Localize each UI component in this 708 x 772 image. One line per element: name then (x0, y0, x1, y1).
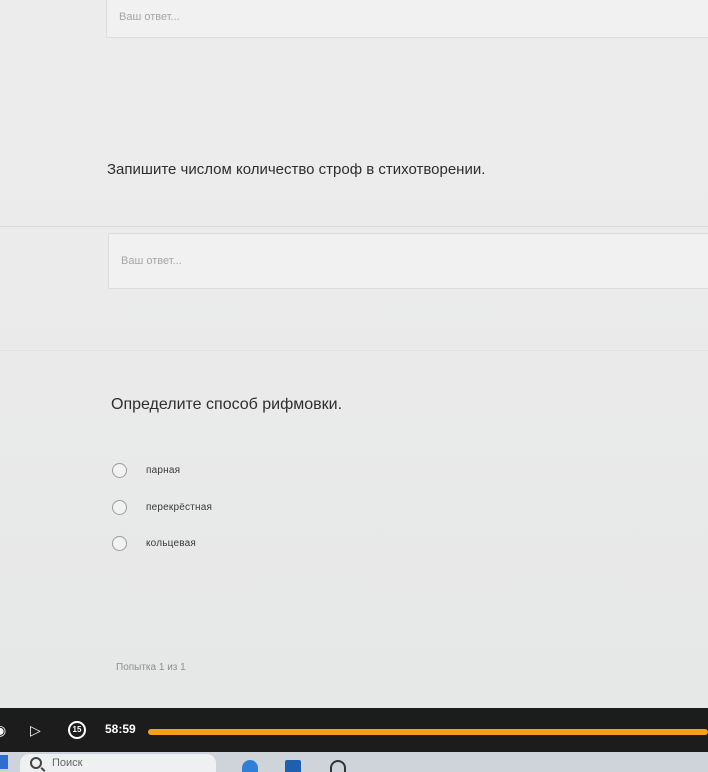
radio-button[interactable] (112, 499, 127, 515)
answer-field-1[interactable] (106, 0, 708, 38)
playback-time: 58:59 (105, 722, 136, 736)
media-player-bar: ◉ ▷ 15 58:59 (0, 708, 708, 752)
forward-15-icon[interactable]: 15 (68, 721, 86, 739)
option-ring[interactable]: кольцевая (112, 533, 196, 553)
option-label: кольцевая (146, 537, 197, 549)
radio-button[interactable] (112, 535, 127, 551)
option-label: перекрёстная (146, 501, 213, 513)
play-icon[interactable]: ▷ (30, 720, 41, 740)
taskbar: Поиск (0, 752, 708, 772)
search-placeholder: Поиск (52, 757, 83, 769)
section-divider (0, 226, 708, 227)
radio-button[interactable] (112, 462, 127, 478)
progress-bar[interactable] (148, 729, 708, 735)
option-cross[interactable]: перекрёстная (112, 497, 212, 517)
progress-fill (148, 729, 708, 735)
section-divider (0, 350, 708, 351)
windows-start-icon[interactable] (0, 755, 8, 769)
attempt-counter: Попытка 1 из 1 (116, 662, 186, 673)
option-paired[interactable]: парная (112, 460, 180, 480)
answer-input-1[interactable] (119, 0, 708, 37)
option-label: парная (146, 464, 181, 476)
taskbar-search[interactable]: Поиск (20, 754, 216, 772)
skip-back-icon[interactable]: ◉ (0, 720, 6, 740)
page-background (0, 0, 708, 708)
answer-field-2[interactable] (108, 233, 708, 289)
question-strophe-count: Запишите числом количество строф в стихо… (107, 161, 486, 178)
search-icon (30, 757, 42, 769)
question-rhyme-scheme: Определите способ рифмовки. (111, 396, 343, 413)
edge-icon[interactable] (242, 760, 258, 772)
store-icon[interactable] (285, 760, 301, 772)
answer-input-2[interactable] (121, 234, 708, 288)
app-icon[interactable] (330, 760, 346, 772)
